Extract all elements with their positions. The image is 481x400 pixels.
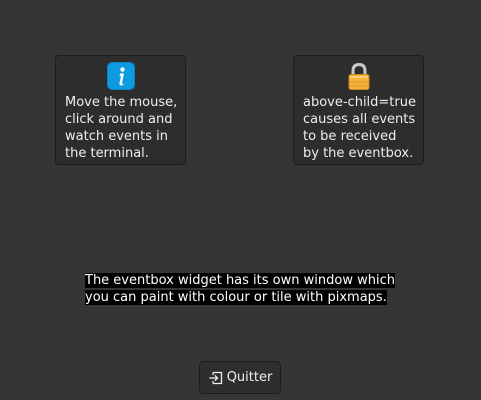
lock-text: above-child=true causes all events to be…	[303, 95, 416, 161]
info-icon	[107, 62, 135, 90]
caption-line-1: The eventbox widget has its own window w…	[85, 273, 395, 288]
quit-button-label: Quitter	[226, 370, 273, 385]
eventbox-caption[interactable]: The eventbox widget has its own window w…	[85, 272, 395, 306]
quit-button[interactable]: Quitter	[199, 361, 281, 394]
lock-frame: above-child=true causes all events to be…	[293, 55, 424, 165]
exit-icon	[209, 371, 222, 384]
info-text: Move the mouse, click around and watch e…	[65, 95, 178, 161]
caption-line-2: you can paint with colour or tile with p…	[85, 290, 387, 305]
info-frame: Move the mouse, click around and watch e…	[55, 55, 186, 165]
lock-icon	[348, 62, 370, 90]
